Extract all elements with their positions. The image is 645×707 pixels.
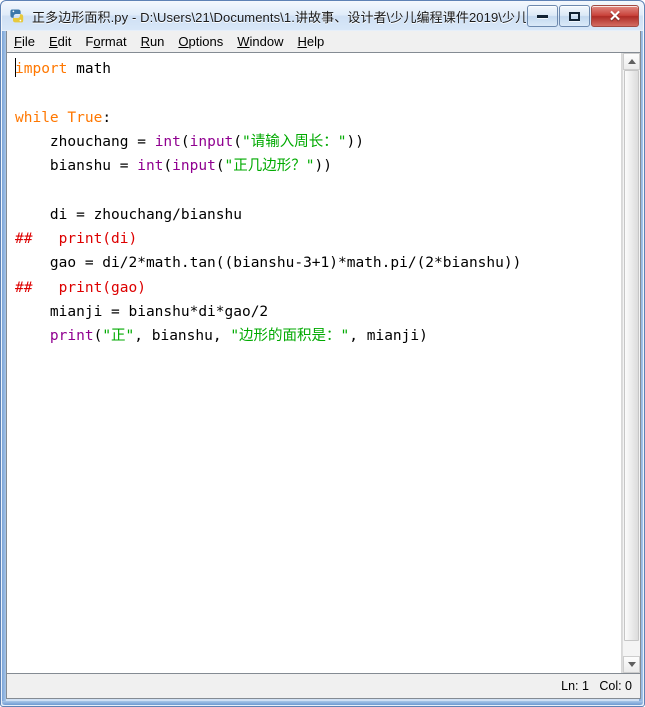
code-token: , bianshu, bbox=[134, 328, 231, 345]
code-line: bianshu = int(input("正几边形？")) bbox=[15, 154, 621, 178]
scroll-up-arrow-icon bbox=[627, 59, 636, 64]
maximize-icon bbox=[569, 11, 580, 21]
scroll-down-button[interactable] bbox=[623, 656, 640, 673]
menu-item-file[interactable]: File bbox=[7, 32, 42, 51]
code-token: print bbox=[49, 328, 94, 345]
code-token: input bbox=[172, 158, 216, 175]
status-bar: Ln: 1 Col: 0 bbox=[6, 674, 641, 699]
vertical-scrollbar[interactable] bbox=[622, 53, 640, 673]
code-token: import bbox=[15, 61, 68, 77]
code-token: bianshu = bbox=[15, 158, 138, 175]
code-token: input bbox=[189, 133, 234, 150]
code-token: mianji = bianshu*di*gao/2 bbox=[15, 303, 269, 320]
menu-item-run[interactable]: Run bbox=[134, 32, 172, 51]
code-line: ## print(gao) bbox=[15, 276, 621, 300]
code-token: ( bbox=[233, 133, 243, 150]
scrollbar-thumb[interactable] bbox=[624, 70, 639, 641]
code-token: ( bbox=[180, 133, 190, 150]
editor-area: import math while True: zhouchang = int(… bbox=[6, 52, 641, 674]
scrollbar-track[interactable] bbox=[623, 70, 640, 656]
code-token: di = zhouchang/bianshu bbox=[15, 206, 242, 223]
maximize-button[interactable] bbox=[559, 5, 590, 27]
close-button[interactable]: ✕ bbox=[591, 5, 639, 27]
minimize-button[interactable] bbox=[527, 5, 558, 27]
code-line: mianji = bianshu*di*gao/2 bbox=[15, 300, 621, 324]
menu-item-help[interactable]: Help bbox=[291, 32, 332, 51]
code-token: True bbox=[67, 109, 103, 126]
menu-item-format[interactable]: Format bbox=[78, 32, 133, 51]
code-token: ( bbox=[163, 158, 173, 175]
code-line: import math bbox=[15, 57, 621, 81]
source-code: import math while True: zhouchang = int(… bbox=[15, 57, 621, 349]
code-token: "正" bbox=[102, 328, 135, 345]
code-line: zhouchang = int(input("请输入周长：")) bbox=[15, 130, 621, 154]
title-bar[interactable]: 正多边形面积.py - D:\Users\21\Documents\1.讲故事、… bbox=[2, 2, 643, 30]
code-token: int bbox=[154, 133, 181, 150]
code-line: while True: bbox=[15, 106, 621, 130]
code-token: "边形的面积是：" bbox=[230, 328, 350, 345]
code-text-area[interactable]: import math while True: zhouchang = int(… bbox=[7, 53, 622, 673]
code-token: ## print(gao) bbox=[15, 279, 146, 296]
menu-item-window[interactable]: Window bbox=[230, 32, 290, 51]
window-title: 正多边形面积.py - D:\Users\21\Documents\1.讲故事、… bbox=[32, 9, 526, 25]
menu-bar: File Edit Format Run Options Window Help bbox=[6, 31, 641, 52]
window-frame-bottom bbox=[2, 701, 643, 705]
code-line: ## print(di) bbox=[15, 227, 621, 251]
scroll-up-button[interactable] bbox=[623, 53, 640, 70]
code-token: "请输入周长：" bbox=[242, 133, 347, 150]
window-controls: ✕ bbox=[526, 5, 639, 27]
code-token: , mianji) bbox=[349, 328, 428, 345]
code-token: gao = di/2*math.tan((bianshu-3+1)*math.p… bbox=[15, 255, 522, 272]
idle-editor-window: 正多边形面积.py - D:\Users\21\Documents\1.讲故事、… bbox=[0, 0, 645, 707]
code-line: di = zhouchang/bianshu bbox=[15, 203, 621, 227]
code-token: ( bbox=[93, 328, 103, 345]
code-token: ( bbox=[215, 158, 225, 175]
code-line: print("正", bianshu, "边形的面积是：", mianji) bbox=[15, 324, 621, 348]
code-token: )) bbox=[346, 133, 364, 150]
code-token: ## print(di) bbox=[15, 231, 138, 248]
menu-item-options[interactable]: Options bbox=[171, 32, 230, 51]
code-token: math bbox=[67, 61, 112, 77]
text-caret bbox=[15, 58, 16, 77]
code-token: : bbox=[102, 109, 112, 126]
code-token: )) bbox=[314, 158, 332, 175]
minimize-icon bbox=[537, 14, 548, 18]
code-token: "正几边形？" bbox=[224, 158, 315, 175]
close-icon: ✕ bbox=[608, 7, 622, 25]
code-token: while bbox=[15, 109, 59, 126]
python-idle-icon[interactable] bbox=[8, 7, 26, 25]
code-line: gao = di/2*math.tan((bianshu-3+1)*math.p… bbox=[15, 251, 621, 275]
scroll-down-arrow-icon bbox=[627, 662, 636, 667]
code-token: zhouchang = bbox=[15, 133, 155, 150]
cursor-position-status: Ln: 1 Col: 0 bbox=[561, 679, 632, 693]
code-token: int bbox=[137, 158, 164, 175]
menu-item-edit[interactable]: Edit bbox=[42, 32, 78, 51]
